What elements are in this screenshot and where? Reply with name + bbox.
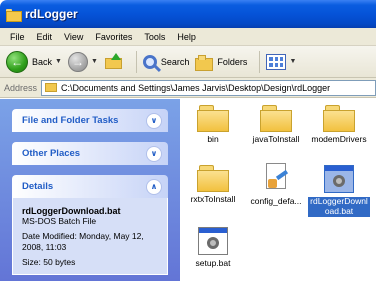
menu-file[interactable]: File (4, 32, 31, 42)
up-folder-button[interactable] (104, 49, 124, 75)
chevron-down-icon[interactable]: ∨ (146, 145, 162, 162)
chevron-up-icon[interactable]: ∧ (146, 178, 162, 195)
file-item[interactable]: javaToInstall (245, 105, 307, 145)
details-body: rdLoggerDownload.bat MS-DOS Batch File D… (12, 198, 168, 275)
forward-dropdown-icon[interactable]: ▼ (91, 58, 98, 65)
panel-other-places: Other Places ∨ (12, 142, 168, 165)
folder-icon (6, 8, 22, 22)
file-label: setup.bat (195, 258, 231, 268)
file-item[interactable]: config_defa... (245, 163, 307, 207)
file-item[interactable]: setup.bat (182, 227, 244, 269)
folders-icon (195, 54, 214, 71)
menu-help[interactable]: Help (171, 32, 202, 42)
window-title: rdLogger (25, 7, 78, 21)
file-item[interactable]: bin (182, 105, 244, 145)
address-label: Address (4, 82, 38, 93)
file-label: rxtxToInstall (190, 194, 236, 204)
panel-title: Other Places (22, 148, 81, 159)
back-label: Back (32, 56, 53, 67)
address-input[interactable]: C:\Documents and Settings\James Jarvis\D… (41, 79, 376, 96)
panel-header[interactable]: Other Places ∨ (12, 142, 168, 165)
toolbar: ← Back ▼ → ▼ Search Folders ▼ (0, 46, 376, 78)
file-item[interactable]: rxtxToInstall (182, 165, 244, 205)
detail-size: Size: 50 bytes (22, 257, 76, 268)
folder-icon (197, 105, 229, 132)
folder-up-icon (104, 52, 124, 71)
folder-icon (260, 105, 292, 132)
forward-button[interactable]: → ▼ (67, 49, 98, 75)
panel-title: Details (22, 181, 54, 192)
back-button[interactable]: ← Back ▼ (6, 49, 62, 75)
detail-file-type: MS-DOS Batch File (22, 216, 97, 226)
file-label: config_defa... (250, 196, 302, 206)
file-item-selected[interactable]: rdLoggerDownload.bat (308, 165, 370, 217)
task-pane: File and Folder Tasks ∨ Other Places ∨ D… (0, 99, 180, 281)
folder-icon (45, 83, 58, 92)
panel-title: File and Folder Tasks (22, 115, 119, 126)
file-label: bin (207, 134, 219, 144)
toolbar-separator (135, 50, 137, 73)
file-item[interactable]: modemDrivers (308, 105, 370, 145)
menu-bar: File Edit View Favorites Tools Help (0, 28, 376, 46)
menu-view[interactable]: View (58, 32, 89, 42)
views-icon (266, 53, 287, 70)
detail-date-modified: Date Modified: Monday, May 12, 2008, 11:… (22, 231, 144, 252)
file-label: rdLoggerDownload.bat (308, 196, 370, 217)
title-bar[interactable]: rdLogger (0, 0, 376, 28)
folder-icon (323, 105, 355, 132)
folders-button[interactable]: Folders (195, 49, 247, 75)
batch-file-icon (324, 165, 354, 193)
address-path: C:\Documents and Settings\James Jarvis\D… (61, 82, 331, 93)
folders-label: Folders (217, 56, 248, 67)
config-file-icon (262, 163, 290, 193)
back-dropdown-icon[interactable]: ▼ (55, 58, 62, 65)
views-button[interactable]: ▼ (266, 49, 296, 75)
file-label: modemDrivers (311, 134, 367, 144)
search-label: Search (160, 56, 190, 67)
views-dropdown-icon[interactable]: ▼ (289, 58, 296, 65)
detail-file-name: rdLoggerDownload.bat (22, 206, 121, 216)
file-label: javaToInstall (252, 134, 300, 144)
panel-header[interactable]: Details ∧ (12, 175, 168, 198)
panel-header[interactable]: File and Folder Tasks ∨ (12, 109, 168, 132)
address-bar: Address C:\Documents and Settings\James … (0, 78, 376, 98)
menu-favorites[interactable]: Favorites (89, 32, 138, 42)
batch-file-icon (198, 227, 228, 255)
search-button[interactable]: Search (142, 49, 190, 75)
menu-tools[interactable]: Tools (138, 32, 171, 42)
search-icon (142, 54, 157, 69)
folder-icon (197, 165, 229, 192)
toolbar-separator (259, 50, 261, 73)
menu-edit[interactable]: Edit (31, 32, 59, 42)
back-arrow-icon: ← (6, 50, 28, 73)
panel-details: Details ∧ rdLoggerDownload.bat MS-DOS Ba… (12, 175, 168, 275)
forward-arrow-icon: → (67, 51, 88, 72)
chevron-down-icon[interactable]: ∨ (146, 112, 162, 129)
file-list: bin javaToInstall modemDrivers rxtxToIns… (180, 99, 376, 281)
panel-file-folder-tasks: File and Folder Tasks ∨ (12, 109, 168, 132)
